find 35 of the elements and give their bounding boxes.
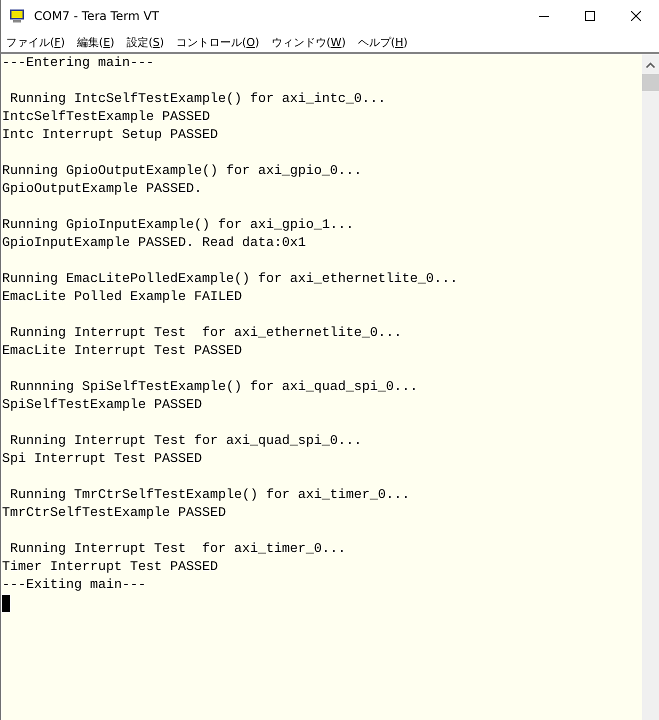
text-cursor — [2, 595, 10, 612]
terminal-line: Running GpioOutputExample() for axi_gpio_0... — [2, 163, 363, 181]
terminal-line: TmrCtrSelfTestExample PASSED — [2, 505, 227, 523]
terminal-line: GpioInputExample PASSED. Read data:0x1 — [2, 235, 307, 253]
terminal-line: GpioOutputExample PASSED. — [2, 181, 203, 199]
terminal-line: ---Entering main--- — [2, 55, 155, 73]
terminal-line: EmacLite Interrupt Test PASSED — [2, 343, 243, 361]
terminal-line: Timer Interrupt Test PASSED — [2, 559, 219, 577]
terminal-line: Running TmrCtrSelfTestExample() for axi_timer_0... — [8, 487, 411, 505]
scroll-up-icon[interactable] — [646, 62, 655, 68]
terminal-line: IntcSelfTestExample PASSED — [2, 109, 211, 127]
maximize-icon — [585, 11, 595, 21]
terminal-line: Running Interrupt Test for axi_ethernetlite_0... — [8, 325, 403, 343]
window-title: COM7 - Tera Term VT — [34, 9, 159, 23]
menu-item[interactable]: ウィンドウ(W) — [271, 34, 346, 50]
menu-item[interactable]: コントロール(O) — [176, 34, 260, 50]
terminal-line: Intc Interrupt Setup PASSED — [2, 127, 219, 145]
terminal-line: Running Interrupt Test for axi_quad_spi_0... — [8, 433, 363, 451]
scrollbar[interactable] — [642, 54, 659, 720]
terminal-line: ---Exiting main--- — [2, 577, 147, 595]
menu-item[interactable]: ファイル(F) — [6, 34, 65, 50]
terminal-line: EmacLite Polled Example FAILED — [2, 289, 243, 307]
terminal-line: Runnning SpiSelfTestExample() for axi_quad_spi_0... — [8, 379, 419, 397]
terminal-line: Spi Interrupt Test PASSED — [2, 451, 203, 469]
close-icon — [631, 11, 641, 21]
terminal-line: SpiSelfTestExample PASSED — [2, 397, 203, 415]
terminal-line: Running EmacLitePolledExample() for axi_ethernetlite_0... — [2, 271, 459, 289]
monitor-icon — [9, 9, 25, 23]
menu-item[interactable]: 編集(E) — [76, 34, 114, 50]
terminal-line: Running IntcSelfTestExample() for axi_intc_0... — [8, 91, 387, 109]
terminal-line: Running GpioInputExample() for axi_gpio_1... — [2, 217, 355, 235]
menu-item[interactable]: ヘルプ(H) — [358, 34, 408, 50]
menu-item[interactable]: 設定(S) — [126, 34, 164, 50]
scroll-thumb[interactable] — [642, 74, 659, 91]
terminal-line: Running Interrupt Test for axi_timer_0... — [8, 541, 347, 559]
